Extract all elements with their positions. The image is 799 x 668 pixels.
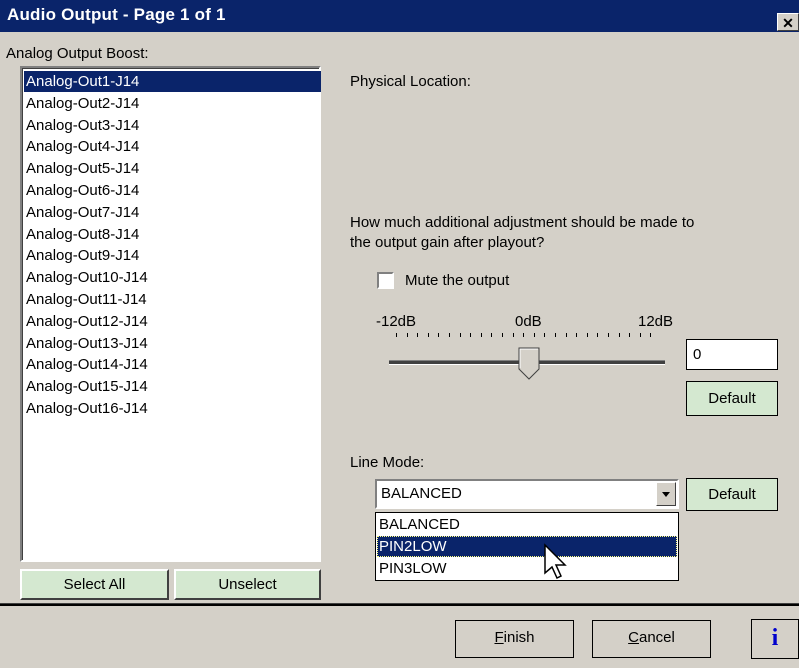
option-pin3low[interactable]: PIN3LOW <box>377 558 677 579</box>
chevron-down-icon <box>662 492 670 497</box>
slider-tick <box>523 333 525 337</box>
finish-button[interactable]: Finish <box>455 620 574 658</box>
list-item[interactable]: Analog-Out9-J14 <box>24 245 321 266</box>
line-mode-label: Line Mode: <box>350 454 425 471</box>
slider-tick <box>470 333 472 337</box>
unselect-label: Unselect <box>218 576 277 593</box>
close-button[interactable]: ✕ <box>777 13 799 31</box>
slider-tick <box>512 333 514 337</box>
output-list: Analog-Out1-J14 Analog-Out2-J14 Analog-Out… <box>22 68 321 560</box>
slider-tick <box>639 333 641 337</box>
slider-tick <box>459 333 461 337</box>
finish-mnemonic: F <box>494 629 504 646</box>
window-title: Audio Output - Page 1 of 1 <box>7 5 226 24</box>
info-button[interactable]: i <box>751 619 799 659</box>
slider-min-label: -12dB <box>376 313 417 330</box>
list-item[interactable]: Analog-Out8-J14 <box>24 224 321 245</box>
slider-tick <box>427 333 429 337</box>
close-icon: ✕ <box>782 15 794 31</box>
dropdown-arrow-button[interactable] <box>656 482 676 506</box>
option-balanced[interactable]: BALANCED <box>377 514 677 535</box>
line-mode-value: BALANCED <box>381 485 462 502</box>
slider-tick <box>533 333 535 337</box>
select-all-button[interactable]: Select All <box>20 569 169 600</box>
list-item[interactable]: Analog-Out12-J14 <box>24 311 321 332</box>
slider-tick <box>480 333 482 337</box>
mute-checkbox[interactable] <box>377 272 394 289</box>
slider-tick <box>650 333 652 337</box>
list-item[interactable]: Analog-Out14-J14 <box>24 354 321 375</box>
physical-location-label: Physical Location: <box>350 73 471 90</box>
slider-max-label: 12dB <box>638 313 674 330</box>
option-pin2low[interactable]: PIN2LOW <box>377 536 677 557</box>
slider-mid-label: 0dB <box>515 313 542 330</box>
list-item[interactable]: Analog-Out16-J14 <box>24 398 321 419</box>
line-mode-select[interactable]: BALANCED <box>375 479 679 509</box>
slider-tick <box>555 333 556 337</box>
mouse-cursor-icon <box>544 543 567 580</box>
unselect-button[interactable]: Unselect <box>174 569 321 600</box>
list-item[interactable]: Analog-Out4-J14 <box>24 136 321 157</box>
slider-tick <box>576 333 578 337</box>
footer-bar: Finish Cancel i <box>0 606 799 668</box>
select-all-label: Select All <box>63 576 126 593</box>
list-item[interactable]: Analog-Out13-J14 <box>24 333 321 354</box>
gain-default-label: Default <box>708 390 756 407</box>
slider-tick <box>491 333 493 337</box>
finish-label: inish <box>503 629 535 646</box>
cancel-mnemonic: C <box>628 629 639 646</box>
slider-thumb[interactable] <box>518 347 540 380</box>
slider-tick <box>417 333 419 337</box>
gain-question-line1: How much additional adjustment should be… <box>350 214 695 231</box>
list-item[interactable]: Analog-Out10-J14 <box>24 267 321 288</box>
gain-default-button[interactable]: Default <box>686 381 778 416</box>
slider-tick <box>449 333 450 337</box>
gain-question-line2: the output gain after playout? <box>350 234 545 251</box>
audio-output-dialog: Audio Output - Page 1 of 1 ✕ Analog Outp… <box>0 0 799 668</box>
list-item[interactable]: Analog-Out2-J14 <box>24 93 321 114</box>
slider-tick <box>597 333 599 337</box>
slider-tick <box>629 333 631 337</box>
slider-tick <box>608 333 609 337</box>
title-bar[interactable]: Audio Output - Page 1 of 1 <box>0 0 799 32</box>
list-item[interactable]: Analog-Out11-J14 <box>24 289 321 310</box>
slider-tick <box>618 333 620 337</box>
slider-tick <box>544 333 546 337</box>
line-mode-default-label: Default <box>708 486 756 503</box>
output-listbox[interactable]: Analog-Out1-J14 Analog-Out2-J14 Analog-Out… <box>20 66 321 562</box>
list-item[interactable]: Analog-Out15-J14 <box>24 376 321 397</box>
list-item[interactable]: Analog-Out3-J14 <box>24 115 321 136</box>
analog-output-boost-label: Analog Output Boost: <box>6 45 149 62</box>
cancel-button[interactable]: Cancel <box>592 620 711 658</box>
info-icon: i <box>771 625 779 651</box>
slider-tick <box>396 333 397 337</box>
list-item[interactable]: Analog-Out5-J14 <box>24 158 321 179</box>
cancel-label: ancel <box>638 629 675 646</box>
slider-tick <box>502 333 503 337</box>
slider-tick <box>406 333 408 337</box>
list-item[interactable]: Analog-Out1-J14 <box>24 71 321 92</box>
list-item[interactable]: Analog-Out6-J14 <box>24 180 321 201</box>
line-mode-dropdown-list: BALANCED PIN2LOW PIN3LOW <box>375 512 679 581</box>
list-item[interactable]: Analog-Out7-J14 <box>24 202 321 223</box>
slider-tick <box>438 333 440 337</box>
gain-value-input[interactable]: 0 <box>686 339 778 370</box>
slider-tick <box>586 333 588 337</box>
line-mode-default-button[interactable]: Default <box>686 478 778 511</box>
mute-label: Mute the output <box>405 272 510 289</box>
slider-tick <box>565 333 567 337</box>
